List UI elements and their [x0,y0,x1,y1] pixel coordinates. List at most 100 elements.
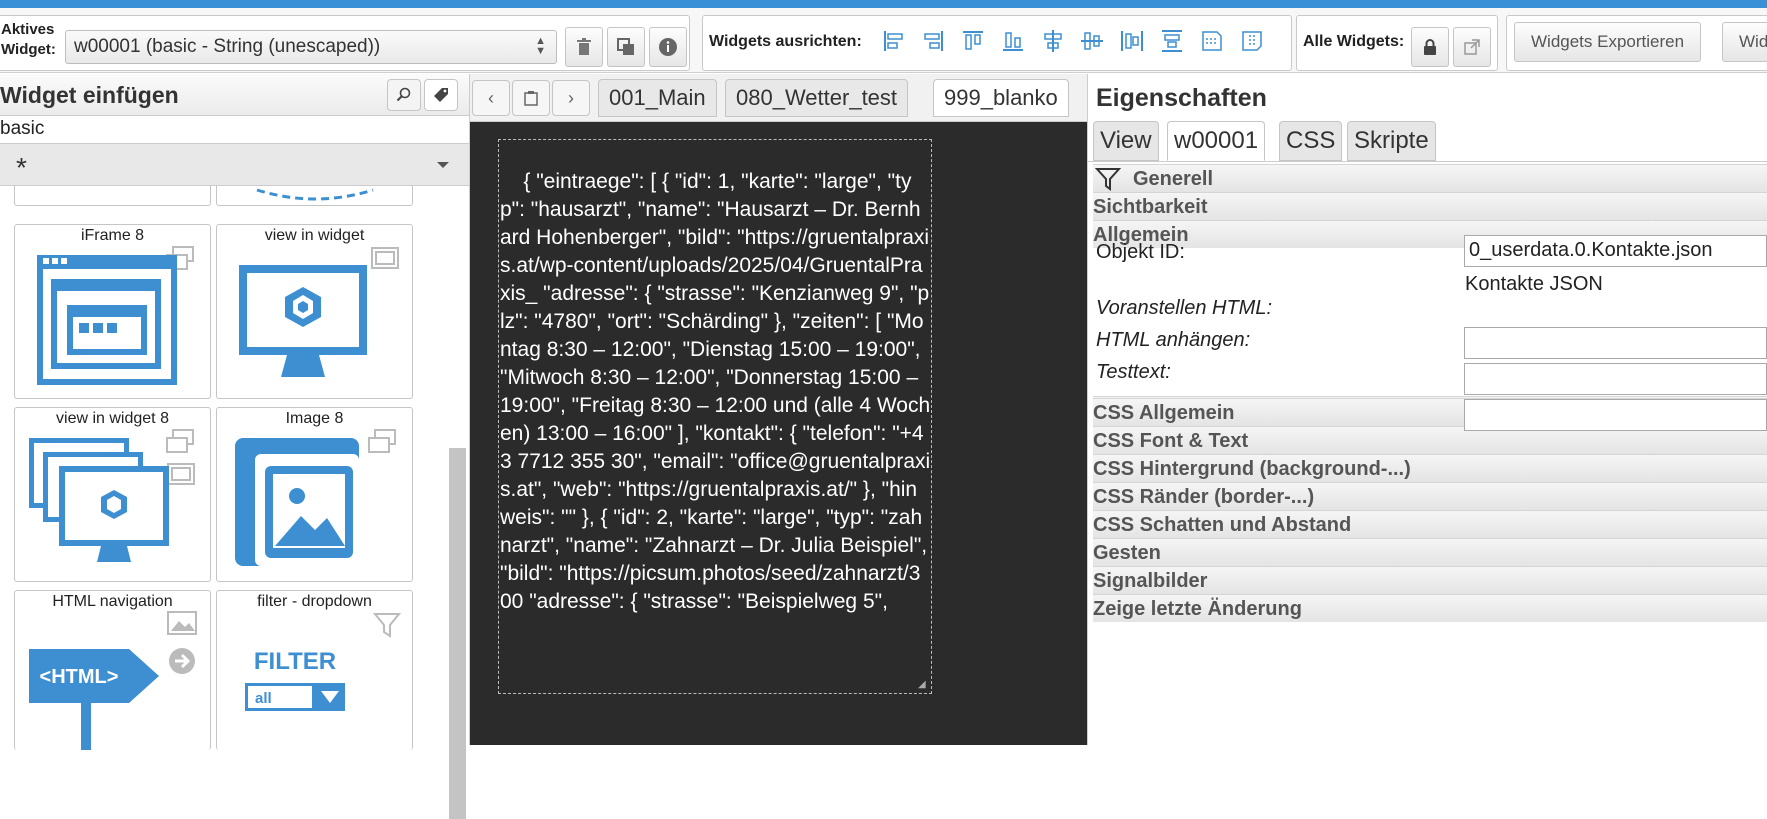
filter-art-text: FILTER [254,648,336,675]
align-right-icon[interactable] [918,26,948,56]
widget-insert-title: Widget einfügen [0,82,179,108]
all-widgets-label: Alle Widgets: [1303,33,1405,50]
group-css-schatten-abstand[interactable]: CSS Schatten und Abstand [1093,510,1767,538]
tab-view[interactable]: View [1093,121,1159,161]
widget-tile-html-navigation[interactable]: HTML navigation <HTML> [14,590,211,750]
object-id-hint: Kontakte JSON [1465,273,1603,295]
object-id-label: Objekt ID: [1096,241,1185,263]
same-height-icon[interactable] [1237,26,1267,56]
widget-tile-image-8[interactable]: Image 8 [216,407,413,582]
widget-tile-view-in-widget-8[interactable]: view in widget 8 [14,407,211,582]
select-arrows-icon: ▲ ▼ [535,35,546,57]
widget-insert-header: Widget einfügen [0,74,469,116]
align-center-horizontal-icon[interactable] [1038,26,1068,56]
prepend-html-input[interactable] [1464,327,1767,359]
search-widgets-button[interactable] [387,79,421,111]
next-view-button[interactable]: › [552,80,590,116]
active-widget-label-1: Aktives [1,21,55,38]
align-bottom-icon[interactable] [998,26,1028,56]
widget-tile-view-in-widget[interactable]: view in widget [216,224,413,399]
lock-all-button[interactable] [1411,27,1449,67]
testtext-input[interactable] [1464,399,1767,431]
group-css-hintergrund[interactable]: CSS Hintergrund (background-...) [1093,454,1767,482]
widget-set-value: * [16,152,27,183]
view-tabs-bar: ‹ › 001_Main 080_Wetter_test 999_blanko [470,74,1087,122]
html-navigation-sign-icon: <HTML> [29,649,159,750]
widget-tile-partial-right[interactable] [216,186,413,206]
partial-tile-art [256,188,374,201]
tile-name: view in widget [264,227,365,244]
testtext-label: Testtext: [1096,361,1171,383]
clipboard-icon [524,91,538,106]
active-widget-group: Aktives Widget: w00001 (basic - String (… [0,15,690,71]
widget-tile-filter-dropdown[interactable]: filter - dropdown FILTER all [216,590,413,750]
widget-insert-panel: Widget einfügen basic * iFrame 8 view in… [0,74,470,819]
widget-tile-partial-left[interactable] [14,186,211,206]
tab-skripte[interactable]: Skripte [1347,121,1436,161]
prev-view-button[interactable]: ‹ [472,80,510,116]
group-generell[interactable]: Generell [1093,164,1767,192]
distribute-vertical-icon[interactable] [1157,26,1187,56]
active-widget-select[interactable]: w00001 (basic - String (unescaped)) ▲ ▼ [65,30,557,64]
funnel-icon [373,613,401,638]
window-icon [371,247,399,269]
monitor-cube-icon [239,265,367,377]
export-widgets-button[interactable]: Widgets Exportieren [1514,22,1702,62]
align-center-vertical-icon[interactable] [1077,26,1107,56]
align-top-icon[interactable] [958,26,988,56]
append-html-label: HTML anhängen: [1096,329,1251,351]
tile-name: view in widget 8 [56,410,169,427]
object-id-input[interactable]: 0_userdata.0.Kontakte.json [1464,235,1767,267]
json-string-content: { "eintraege": [ { "id": 1, "karte": "la… [500,170,931,613]
widget-info-button[interactable] [649,27,687,67]
tab-css[interactable]: CSS [1279,121,1343,161]
tab-view-080-wetter-test[interactable]: 080_Wetter_test [725,79,909,117]
chevron-down-icon [437,162,449,168]
open-external-button[interactable] [1453,27,1491,67]
group-signalbilder[interactable]: Signalbilder [1093,566,1767,594]
resize-handle-icon[interactable]: ◢ [918,680,928,690]
group-sichtbarkeit[interactable]: Sichtbarkeit [1093,192,1767,220]
tab-view-999-blanko[interactable]: 999_blanko [933,79,1069,117]
properties-title: Eigenschaften [1096,84,1267,112]
views-list-button[interactable] [512,80,550,116]
tab-widget[interactable]: w00001 [1167,121,1266,161]
search-icon [396,87,411,102]
chevron-left-icon: ‹ [488,87,494,108]
chevron-right-icon: › [568,87,574,108]
widget-list-scrollbar[interactable] [449,448,466,819]
align-left-icon[interactable] [879,26,909,56]
align-widgets-label: Widgets ausrichten: [709,33,862,50]
external-link-icon [1464,39,1480,55]
copy-widget-button[interactable] [607,27,645,67]
string-widget-w00001[interactable]: { "eintraege": [ { "id": 1, "karte": "la… [498,139,932,694]
object-id-value: 0_userdata.0.Kontakte.json [1469,239,1713,261]
stacked-monitors-icon [29,438,169,562]
lock-icon [1424,39,1436,55]
group-css-raender[interactable]: CSS Ränder (border-...) [1093,482,1767,510]
distribute-horizontal-icon[interactable] [1117,26,1147,56]
copy-icon [617,38,634,55]
append-html-input[interactable] [1464,363,1767,395]
import-widgets-button[interactable]: Wid [1722,22,1767,62]
group-gesten[interactable]: Gesten [1093,538,1767,566]
tile-name: iFrame 8 [80,227,145,244]
tag-filter-button[interactable] [424,79,458,111]
group-letzte-aenderung[interactable]: Zeige letzte Änderung [1093,594,1767,622]
top-accent-stripe [0,0,1767,8]
image-gallery-icon [235,438,359,566]
widget-tile-iframe8[interactable]: iFrame 8 [14,224,211,399]
html-sign-text: <HTML> [40,666,119,688]
widget-filter-input[interactable]: basic [0,116,469,144]
active-widget-value: w00001 (basic - String (unescaped)) [74,36,381,57]
same-width-icon[interactable] [1197,26,1227,56]
view-canvas[interactable]: { "eintraege": [ { "id": 1, "karte": "la… [470,122,1087,745]
filter-icon [1095,168,1121,191]
tab-view-001-main[interactable]: 001_Main [598,79,717,117]
trash-icon [577,38,591,55]
widget-set-select[interactable]: * [0,144,469,186]
tile-name: filter - dropdown [257,593,372,610]
tile-name: Image 8 [285,410,344,427]
info-icon [659,38,677,56]
delete-widget-button[interactable] [565,27,603,67]
